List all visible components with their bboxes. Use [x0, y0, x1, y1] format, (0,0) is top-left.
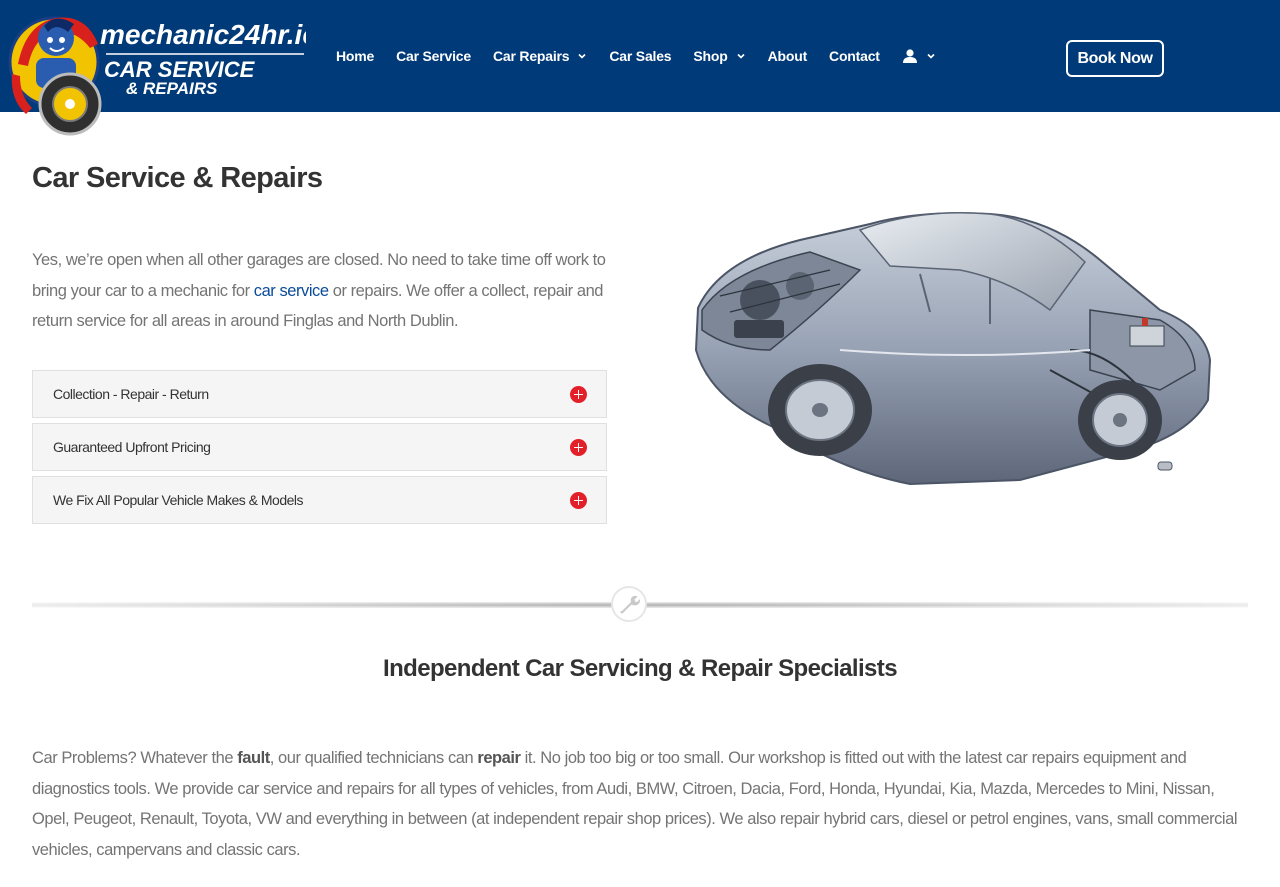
- svg-text:mechanic24hr.ie: mechanic24hr.ie: [100, 19, 306, 50]
- svg-text:& REPAIRS: & REPAIRS: [126, 79, 218, 98]
- site-header: mechanic24hr.ie CAR SERVICE & REPAIRS Ho…: [0, 0, 1280, 136]
- accordion-label: We Fix All Popular Vehicle Makes & Model…: [53, 492, 304, 508]
- body-bold-fault: fault: [237, 749, 270, 767]
- nav-home-label: Home: [336, 48, 375, 64]
- car-cutaway-image: [690, 200, 1215, 486]
- book-now-button[interactable]: Book Now: [1066, 40, 1164, 77]
- intro-paragraph: Yes, we’re open when all other garages a…: [32, 245, 612, 337]
- nav-shop-label: Shop: [693, 48, 728, 64]
- site-logo[interactable]: mechanic24hr.ie CAR SERVICE & REPAIRS: [6, 4, 318, 136]
- user-icon: [902, 49, 917, 63]
- nav-car-sales[interactable]: Car Sales: [609, 48, 671, 64]
- car-service-link[interactable]: car service: [254, 282, 329, 300]
- nav-contact-label: Contact: [829, 48, 880, 64]
- nav-home[interactable]: Home: [336, 48, 374, 64]
- body-text-1: Car Problems? Whatever the: [32, 749, 238, 767]
- body-bold-repair: repair: [477, 749, 521, 767]
- accordion-item-pricing[interactable]: Guaranteed Upfront Pricing: [32, 423, 607, 471]
- wrench-icon-badge: [611, 586, 647, 622]
- chevron-down-icon: [737, 53, 745, 59]
- nav-shop[interactable]: Shop: [693, 48, 745, 64]
- body-text-2: , our qualified technicians can: [269, 749, 478, 767]
- accordion-item-makes[interactable]: We Fix All Popular Vehicle Makes & Model…: [32, 476, 607, 524]
- main-nav: Home Car Service Car Repairs Car Sales S…: [336, 0, 958, 112]
- plus-circle-icon: [570, 491, 587, 509]
- accordion-item-collection[interactable]: Collection - Repair - Return: [32, 370, 607, 418]
- features-accordion: Collection - Repair - Return Guaranteed …: [32, 370, 607, 529]
- nav-car-repairs[interactable]: Car Repairs: [493, 48, 587, 64]
- accordion-label: Collection - Repair - Return: [53, 386, 209, 402]
- nav-about-label: About: [767, 48, 808, 64]
- section-title: Independent Car Servicing & Repair Speci…: [383, 655, 898, 682]
- section-divider: [32, 586, 1248, 626]
- nav-car-sales-label: Car Sales: [609, 48, 672, 64]
- nav-car-repairs-label: Car Repairs: [492, 48, 570, 64]
- accordion-label: Guaranteed Upfront Pricing: [53, 439, 211, 455]
- nav-account-menu[interactable]: [902, 49, 936, 63]
- plus-circle-icon: [570, 385, 587, 403]
- chevron-down-icon: [927, 53, 935, 59]
- nav-about[interactable]: About: [767, 48, 808, 64]
- services-paragraph: Car Problems? Whatever the fault, our qu…: [32, 743, 1248, 866]
- nav-car-service[interactable]: Car Service: [396, 48, 471, 64]
- wrench-icon: [620, 595, 640, 614]
- plus-circle-icon: [570, 438, 587, 456]
- page-title: Car Service & Repairs: [32, 162, 323, 194]
- mechanic-mascot-logo: mechanic24hr.ie CAR SERVICE & REPAIRS: [8, 16, 318, 136]
- nav-car-service-label: Car Service: [396, 48, 471, 64]
- chevron-down-icon: [578, 53, 586, 59]
- nav-contact[interactable]: Contact: [829, 48, 880, 64]
